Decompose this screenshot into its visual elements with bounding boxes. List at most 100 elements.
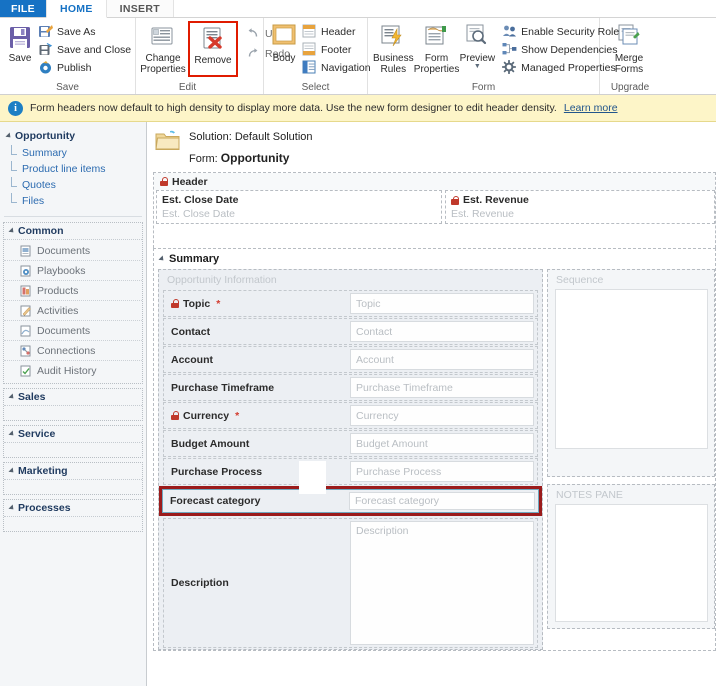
header-button[interactable]: Header (300, 23, 374, 40)
solution-name: Solution: Default Solution (189, 131, 313, 143)
nav-group-marketing-header[interactable]: Marketing (4, 463, 142, 480)
notification-text: Form headers now default to high density… (30, 102, 557, 114)
undo-icon (246, 26, 261, 41)
preview-button[interactable]: Preview ▼ (459, 21, 497, 70)
contact-input[interactable]: Contact (350, 321, 534, 342)
form-tab-summary[interactable]: Summary Opportunity Information Topic * (153, 248, 716, 651)
form-properties-button[interactable]: Form Properties (414, 21, 459, 75)
sidebar-item-files[interactable]: Files (0, 193, 146, 209)
nav-group-marketing-items (4, 480, 142, 494)
sidebar-item-summary[interactable]: Summary (0, 145, 146, 161)
nav-divider (4, 216, 142, 217)
nav-group-service-header[interactable]: Service (4, 426, 142, 443)
header-field-est-revenue[interactable]: Est. Revenue Est. Revenue (444, 190, 715, 224)
nav-item-activities[interactable]: Activities (4, 301, 142, 321)
header-field-est-close-date[interactable]: Est. Close Date Est. Close Date (156, 190, 442, 224)
nav-item-audit-history[interactable]: Audit History (4, 361, 142, 381)
nav-group-marketing: Marketing (3, 462, 143, 495)
form-field-contact[interactable]: Contact Contact (163, 318, 538, 345)
currency-input[interactable]: Currency (350, 405, 534, 426)
nav-group-common-label: Common (18, 225, 64, 237)
folder-icon (155, 130, 181, 152)
account-label: Account (171, 353, 213, 366)
save-button[interactable]: Save (4, 21, 36, 64)
body-button[interactable]: Body (268, 21, 300, 64)
nav-item-documents-2[interactable]: Documents (4, 321, 142, 341)
nav-group-processes-header[interactable]: Processes (4, 500, 142, 517)
nav-group-service: Service (3, 425, 143, 458)
sequence-panel[interactable]: Sequence (547, 269, 715, 477)
nav-item-products[interactable]: Products (4, 281, 142, 301)
opportunity-information-panel[interactable]: Opportunity Information Topic * Topic Co… (158, 269, 543, 650)
save-and-close-icon (38, 42, 53, 57)
forecast-category-input[interactable]: Forecast category (349, 492, 535, 510)
header-columns: Est. Close Date Est. Close Date Est. Rev… (154, 190, 715, 226)
form-field-currency[interactable]: Currency * Currency (163, 402, 538, 429)
form-field-purchase-process[interactable]: Purchase Process Purchase Process (163, 458, 538, 485)
tab-home[interactable]: HOME (45, 0, 107, 18)
save-as-button[interactable]: Save As (36, 23, 134, 40)
purchase-process-input[interactable]: Purchase Process (350, 461, 534, 482)
navigation-button[interactable]: Navigation (300, 59, 374, 76)
notes-pane-box[interactable] (555, 504, 708, 622)
notes-pane-panel[interactable]: NOTES PANE (547, 484, 715, 629)
change-properties-icon (148, 23, 178, 53)
remove-button-label: Remove (194, 55, 232, 66)
topic-input[interactable]: Topic (350, 293, 534, 314)
lock-icon (160, 177, 169, 186)
remove-button[interactable]: Remove (190, 23, 236, 66)
business-rules-button[interactable]: Business Rules (372, 21, 415, 75)
topic-label: Topic (183, 297, 211, 310)
collapse-triangle-icon (8, 467, 16, 475)
save-and-close-label: Save and Close (57, 43, 132, 56)
tab-insert[interactable]: INSERT (106, 0, 174, 17)
nav-group-sales-header[interactable]: Sales (4, 389, 142, 406)
sidebar-item-quotes[interactable]: Quotes (0, 177, 146, 193)
save-and-close-button[interactable]: Save and Close (36, 41, 134, 58)
nav-section-opportunity[interactable]: Opportunity (0, 128, 146, 145)
nav-item-connections[interactable]: Connections (4, 341, 142, 361)
products-icon (20, 285, 32, 297)
ribbon-group-upgrade: Merge Forms Upgrade (600, 18, 660, 94)
tab-file[interactable]: FILE (0, 0, 46, 17)
activities-icon (20, 305, 32, 317)
est-revenue-label-row: Est. Revenue (450, 194, 710, 206)
description-input[interactable]: Description (350, 521, 534, 645)
nav-item-documents[interactable]: Documents (4, 241, 142, 261)
form-field-budget-amount[interactable]: Budget Amount Budget Amount (163, 430, 538, 457)
body-icon (269, 23, 299, 53)
learn-more-link[interactable]: Learn more (564, 102, 618, 114)
form-field-purchase-timeframe[interactable]: Purchase Timeframe Purchase Timeframe (163, 374, 538, 401)
form-field-forecast-category[interactable]: Forecast category Forecast category (159, 486, 542, 516)
publish-button[interactable]: Publish (36, 59, 134, 76)
merge-forms-label: Merge Forms (614, 53, 644, 75)
nav-item-playbooks[interactable]: Playbooks (4, 261, 142, 281)
nav-group-common-header[interactable]: Common (4, 223, 142, 240)
save-button-label: Save (8, 53, 32, 64)
nav-group-sales-items (4, 406, 142, 420)
budget-amount-input[interactable]: Budget Amount (350, 433, 534, 454)
form-section-header[interactable]: Header Est. Close Date Est. Close Date E… (153, 172, 716, 248)
nav-item-label: Products (37, 284, 79, 297)
purchase-timeframe-label: Purchase Timeframe (171, 381, 275, 394)
ribbon-group-form: Business Rules Form Properties Preview ▼… (368, 18, 624, 94)
drag-ghost-placeholder (299, 461, 326, 494)
form-field-description[interactable]: Description Description (163, 518, 538, 648)
sequence-box[interactable] (555, 289, 708, 449)
nav-item-label: Playbooks (37, 264, 86, 277)
footer-button[interactable]: Footer (300, 41, 374, 58)
nav-item-label: Audit History (37, 365, 97, 377)
est-revenue-label: Est. Revenue (462, 194, 529, 206)
change-properties-button[interactable]: Change Properties (140, 21, 186, 75)
purchase-timeframe-input[interactable]: Purchase Timeframe (350, 377, 534, 398)
business-rules-label: Business Rules (373, 53, 414, 75)
form-field-topic[interactable]: Topic * Topic (163, 290, 538, 317)
form-field-account[interactable]: Account Account (163, 346, 538, 373)
account-input[interactable]: Account (350, 349, 534, 370)
chevron-down-icon[interactable]: ▼ (474, 63, 481, 70)
navigation-label: Navigation (321, 61, 371, 74)
budget-amount-label-cell: Budget Amount (164, 431, 350, 456)
sidebar-item-product-line-items[interactable]: Product line items (0, 161, 146, 177)
merge-forms-button[interactable]: Merge Forms (604, 21, 654, 75)
form-layout: Header Est. Close Date Est. Close Date E… (147, 165, 716, 651)
